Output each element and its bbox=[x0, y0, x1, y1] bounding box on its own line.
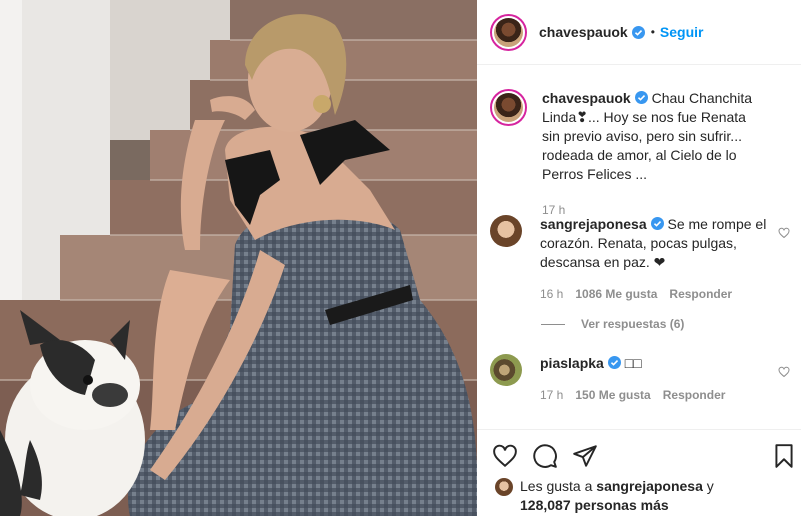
post-photo-image bbox=[0, 0, 477, 516]
caption-username[interactable]: chavespauok bbox=[542, 90, 631, 106]
likes-summary: Les gusta a sangrejaponesa y 128,087 per… bbox=[495, 477, 714, 515]
likes-count[interactable]: 128,087 bbox=[520, 497, 571, 513]
liker-username[interactable]: sangrejaponesa bbox=[596, 478, 703, 494]
liker-avatar[interactable] bbox=[495, 478, 513, 496]
replies-divider bbox=[541, 323, 565, 325]
likes-prefix: Les gusta a bbox=[520, 478, 593, 494]
like-heart-icon[interactable] bbox=[492, 443, 518, 469]
comment-item: piaslapka □□ 17 h 150 Me gusta Responder bbox=[490, 354, 790, 405]
post-photo[interactable] bbox=[0, 0, 477, 516]
verified-badge-icon bbox=[607, 356, 621, 369]
comment-time[interactable]: 16 h bbox=[540, 285, 563, 304]
caption-avatar[interactable] bbox=[490, 89, 527, 126]
author-avatar[interactable] bbox=[490, 13, 527, 51]
commenter-username[interactable]: piaslapka bbox=[540, 355, 604, 371]
comment-item: sangrejaponesa Se me rompe el corazón. R… bbox=[490, 215, 790, 304]
reply-button[interactable]: Responder bbox=[669, 285, 732, 304]
comment-text: □□ bbox=[624, 355, 642, 371]
view-replies-button[interactable]: Ver respuestas (6) bbox=[541, 317, 684, 331]
comment-time[interactable]: 17 h bbox=[540, 386, 563, 405]
commenter-username[interactable]: sangrejaponesa bbox=[540, 216, 647, 232]
like-comment-heart-icon[interactable] bbox=[778, 366, 790, 378]
follow-button[interactable]: Seguir bbox=[660, 24, 704, 40]
separator-dot: • bbox=[650, 25, 655, 39]
author-username[interactable]: chavespauok bbox=[539, 24, 628, 40]
comments-list[interactable]: chavespauok Chau Chanchita Linda❣... Hoy… bbox=[477, 66, 801, 429]
likes-conjunction: y bbox=[706, 478, 714, 494]
like-comment-heart-icon[interactable] bbox=[778, 227, 790, 239]
post-actions-bar: Les gusta a sangrejaponesa y 128,087 per… bbox=[477, 429, 801, 516]
comment-likes[interactable]: 150 Me gusta bbox=[575, 386, 650, 405]
post-header: chavespauok • Seguir bbox=[477, 0, 801, 65]
comment-likes[interactable]: 1086 Me gusta bbox=[575, 285, 657, 304]
comment-bubble-icon[interactable] bbox=[532, 443, 558, 469]
reply-button[interactable]: Responder bbox=[663, 386, 726, 405]
verified-badge-icon bbox=[634, 91, 648, 104]
verified-badge-icon bbox=[650, 217, 664, 230]
verified-badge-icon bbox=[631, 25, 645, 39]
commenter-avatar[interactable] bbox=[490, 215, 522, 247]
caption: chavespauok Chau Chanchita Linda❣... Hoy… bbox=[490, 89, 790, 220]
save-bookmark-icon[interactable] bbox=[771, 443, 797, 469]
share-paper-plane-icon[interactable] bbox=[572, 443, 598, 469]
view-replies-label: Ver respuestas (6) bbox=[581, 317, 685, 331]
post-side-panel: chavespauok • Seguir chavespauok Chau Ch… bbox=[477, 0, 801, 516]
likes-suffix[interactable]: personas más bbox=[575, 497, 669, 513]
commenter-avatar[interactable] bbox=[490, 354, 522, 386]
